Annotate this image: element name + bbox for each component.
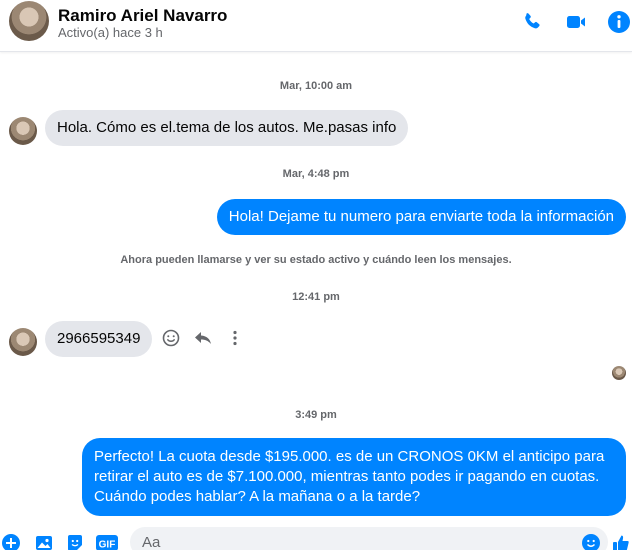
- photo-icon[interactable]: [35, 534, 53, 550]
- like-icon[interactable]: [612, 534, 630, 550]
- sticker-icon[interactable]: [66, 534, 84, 550]
- gif-icon[interactable]: GIF: [96, 534, 118, 550]
- seen-receipt-avatar: [612, 366, 626, 380]
- info-icon[interactable]: [607, 10, 631, 34]
- timestamp: 3:49 pm: [295, 409, 337, 421]
- plus-icon[interactable]: [2, 534, 20, 550]
- system-notice: Ahora pueden llamarse y ver su estado ac…: [120, 254, 512, 266]
- message-actions: [160, 327, 246, 349]
- message-input[interactable]: Aa: [130, 527, 608, 550]
- more-options-icon[interactable]: [224, 327, 246, 349]
- timestamp: Mar, 4:48 pm: [282, 168, 350, 180]
- outgoing-message[interactable]: Hola! Dejame tu numero para enviarte tod…: [216, 199, 626, 235]
- incoming-message[interactable]: 2966595349: [45, 321, 153, 357]
- sender-avatar[interactable]: [9, 328, 37, 356]
- contact-name[interactable]: Ramiro Ariel Navarro: [58, 6, 227, 26]
- contact-avatar[interactable]: [9, 1, 49, 41]
- emoji-icon[interactable]: [582, 534, 600, 550]
- phone-icon[interactable]: [520, 10, 544, 34]
- chat-header: Ramiro Ariel Navarro Activo(a) hace 3 h: [0, 0, 632, 52]
- timestamp: 12:41 pm: [292, 291, 340, 303]
- contact-status: Activo(a) hace 3 h: [58, 25, 163, 40]
- timestamp: Mar, 10:00 am: [279, 80, 353, 92]
- svg-text:GIF: GIF: [99, 540, 116, 550]
- react-emoji-icon[interactable]: [160, 327, 182, 349]
- outgoing-message[interactable]: Perfecto! La cuota desde $195.000. es de…: [82, 438, 626, 516]
- reply-icon[interactable]: [192, 327, 214, 349]
- video-call-icon[interactable]: [564, 10, 588, 34]
- sender-avatar[interactable]: [9, 117, 37, 145]
- incoming-message[interactable]: Hola. Cómo es el.tema de los autos. Me.p…: [45, 110, 409, 146]
